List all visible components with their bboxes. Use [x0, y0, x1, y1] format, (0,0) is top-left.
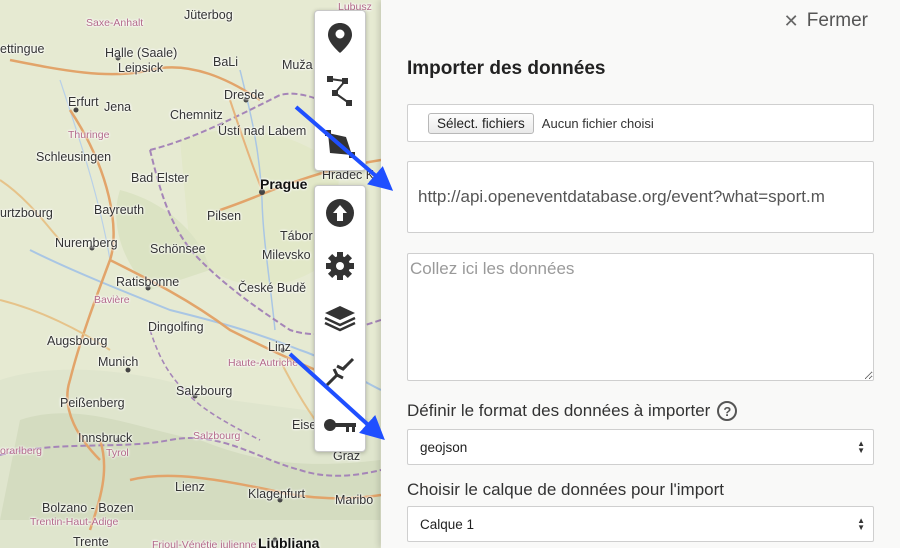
help-icon[interactable]: ? — [717, 401, 738, 421]
polygon-icon — [325, 129, 355, 158]
map-place-label: Thuringe — [68, 129, 110, 141]
draw-marker-button[interactable] — [315, 11, 365, 64]
map-place-label: Schleusingen — [36, 150, 112, 164]
map-place-label: Ratisbonne — [116, 275, 180, 289]
draw-tools-group — [314, 10, 366, 171]
map-place-label: Trentin-Haut-Adige — [30, 516, 119, 528]
close-label: Fermer — [806, 10, 868, 31]
close-icon: ✕ — [783, 10, 799, 31]
map-place-label: Tábor — [280, 229, 313, 243]
map-place-label: Bavière — [94, 294, 130, 306]
layers-button[interactable] — [315, 292, 365, 345]
gear-icon — [326, 251, 354, 280]
draw-polygon-button[interactable] — [315, 117, 365, 170]
import-data-button[interactable] — [315, 186, 365, 239]
map-place-label: orarlberg — [0, 445, 43, 457]
format-label-row: Définir le format des données à importer… — [407, 401, 738, 421]
format-label: Définir le format des données à importer — [407, 401, 711, 420]
map-place-label: Munich — [98, 355, 139, 369]
file-status: Aucun fichier choisi — [541, 115, 654, 131]
map-place-label: BaLi — [213, 55, 239, 69]
map-place-label: Dresde — [224, 88, 265, 102]
layers-icon — [324, 305, 356, 331]
map-place-label: Frioul-Vénétie julienne — [152, 539, 257, 548]
map-place-label: Milevsko — [262, 248, 311, 262]
map-place-label: Bad Elster — [131, 171, 189, 185]
select-files-button[interactable]: Sélect. fichiers — [428, 112, 534, 134]
map-place-label: Jüterbog — [184, 8, 233, 22]
map-place-label: ettingue — [0, 42, 45, 56]
map-place-label: Innsbruck — [78, 431, 133, 445]
layer-select-value: Calque 1 — [420, 516, 475, 532]
url-input[interactable] — [407, 161, 874, 233]
map-place-label: Dingolfing — [148, 320, 204, 334]
map-place-label: Haute-Autriche — [228, 357, 299, 369]
select-arrows-icon: ▲ ▼ — [857, 516, 865, 532]
upload-icon — [326, 198, 354, 227]
map-place-label: Ljubljana — [258, 535, 320, 548]
map-place-label: Tyrol — [106, 447, 129, 459]
format-select-value: geojson — [420, 439, 468, 455]
map-place-label: Schönsee — [150, 242, 206, 256]
map-place-label: Lienz — [175, 480, 205, 494]
layer-select[interactable]: Calque 1 ▲ ▼ — [407, 506, 874, 542]
import-panel: ✕ Fermer Importer des données Sélect. fi… — [381, 0, 900, 548]
select-arrows-icon: ▲ ▼ — [857, 439, 865, 455]
layer-label-row: Choisir le calque de données pour l'impo… — [407, 480, 724, 500]
map-place-label: Bayreuth — [94, 203, 145, 217]
map-place-label: Chemnitz — [170, 108, 223, 122]
map-place-label: urtzbourg — [0, 206, 53, 220]
panel-title: Importer des données — [407, 58, 606, 79]
map-place-label: Nuremberg — [55, 236, 118, 250]
settings-button[interactable] — [315, 239, 365, 292]
map-place-label: České Budě — [238, 281, 307, 295]
marker-icon — [328, 22, 352, 53]
map-toolbar — [314, 10, 366, 452]
data-textarea[interactable] — [407, 253, 874, 381]
map-place-label: Peißenberg — [60, 396, 125, 410]
map-place-label: Muža — [282, 58, 313, 72]
map-place-label: Klagenfurt — [248, 487, 305, 501]
layer-label: Choisir le calque de données pour l'impo… — [407, 480, 724, 499]
map-place-label: Pilsen — [207, 209, 242, 223]
format-select[interactable]: geojson ▲ ▼ — [407, 429, 874, 465]
map-place-label: Prague — [260, 176, 308, 192]
map-place-label: Ústí nad Labem — [218, 124, 307, 138]
edit-tools-group — [314, 185, 366, 452]
map-place-label: Maribo — [335, 493, 374, 507]
map-place-label: Linz — [268, 340, 291, 354]
crop-icon — [325, 357, 355, 386]
close-button[interactable]: ✕ Fermer — [784, 10, 868, 32]
map-place-label: Jena — [104, 100, 132, 114]
permissions-button[interactable] — [315, 398, 365, 451]
map-place-label: Leipsick — [118, 61, 164, 75]
map-place-label: Salzbourg — [176, 384, 233, 398]
map-place-label: Eise — [292, 418, 317, 432]
polyline-icon — [327, 75, 352, 106]
map-place-label: Saxe-Anhalt — [86, 17, 144, 29]
key-icon — [324, 418, 356, 432]
map-place-label: Augsbourg — [47, 334, 108, 348]
map-place-label: Salzbourg — [193, 430, 241, 442]
map-place-label: Bolzano - Bozen — [42, 501, 134, 515]
draw-polyline-button[interactable] — [315, 64, 365, 117]
map-place-label: Erfurt — [68, 95, 99, 109]
map-place-label: Trente — [73, 535, 109, 548]
map-place-label: Halle (Saale) — [105, 46, 178, 60]
file-picker: Sélect. fichiers Aucun fichier choisi — [407, 104, 874, 142]
crop-button[interactable] — [315, 345, 365, 398]
